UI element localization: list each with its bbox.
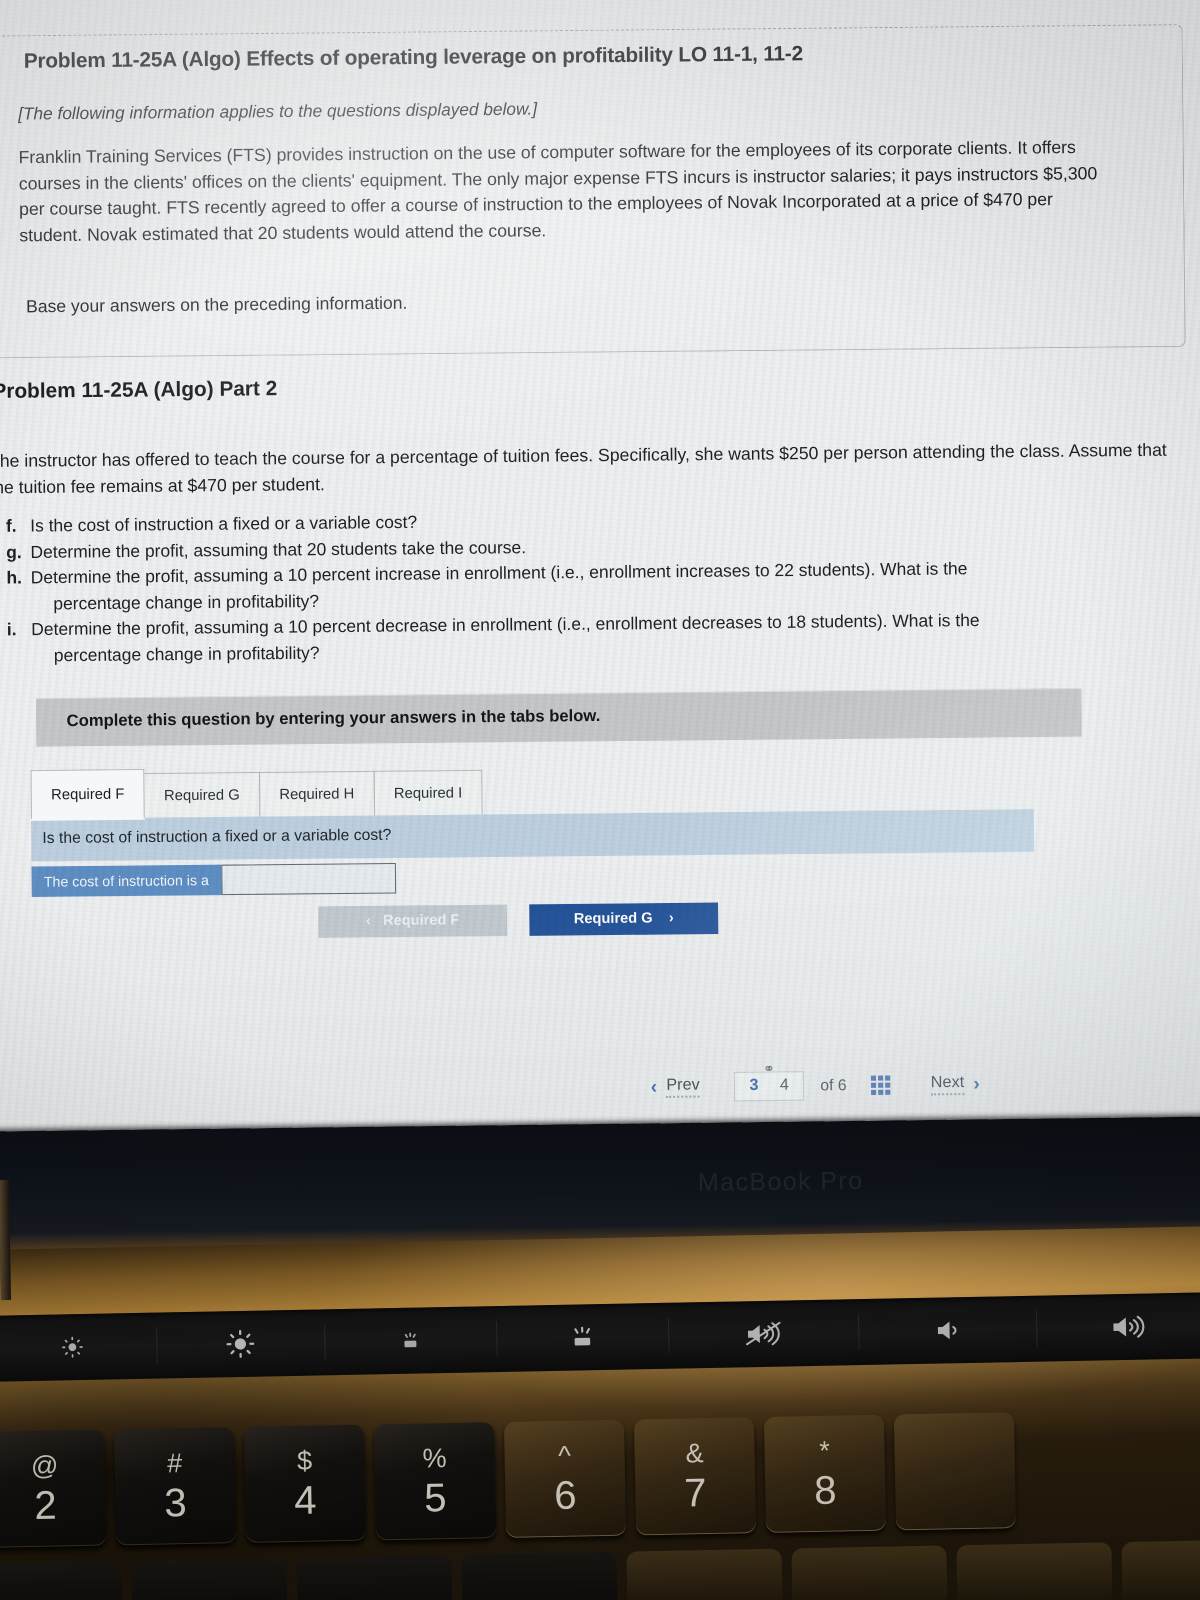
part-body-text: The instructor has offered to teach the … [0,439,1167,498]
prev-required-button[interactable]: ‹ Required F [318,904,508,938]
laptop-photo: Problem 11-25A (Algo) Effects of operati… [0,0,1200,1600]
laptop-screen: Problem 11-25A (Algo) Effects of operati… [0,0,1200,1149]
key-lower-8[interactable] [1121,1539,1200,1600]
key-number: 7 [683,1470,707,1515]
keyboard-backlight-up-icon[interactable] [496,1309,669,1366]
mute-icon[interactable] [668,1305,859,1363]
touch-bar[interactable] [0,1292,1200,1382]
key-symbol: * [818,1435,831,1466]
brightness-down-icon[interactable] [0,1319,157,1376]
key-number: 8 [813,1468,837,1513]
requirement-nav-buttons: ‹ Required F Required G › [318,902,719,938]
browser-page: Problem 11-25A (Algo) Effects of operati… [0,0,1200,1149]
key-9-partial[interactable] [893,1412,1017,1531]
chevron-right-icon: › [973,1073,980,1095]
macbook-pro-logo: MacBook Pro [697,1166,864,1197]
key-symbol: % [422,1442,447,1474]
requirement-tag: h. [6,567,22,588]
requirement-text: Is the cost of instruction a fixed or a … [30,511,418,536]
key-lower-5[interactable] [626,1548,783,1600]
pager-prev-button[interactable]: ‹ Prev [651,1076,700,1099]
question-prompt-text: Is the cost of instruction a fixed or a … [42,826,392,848]
link-chain-icon: ⚭ [762,1060,776,1077]
chevron-right-icon: › [668,910,674,927]
requirement-tag: f. [5,515,17,536]
pager-next-label: Next [930,1073,965,1096]
tab-required-f[interactable]: Required F [30,768,145,819]
complete-question-banner: Complete this question by entering your … [35,687,1082,747]
answer-row: The cost of instruction is a [31,863,396,897]
requirements-list: f. Is the cost of instruction a fixed or… [6,503,1134,670]
key-8[interactable]: * 8 [763,1414,887,1533]
key-number: 4 [293,1478,317,1523]
keyboard-number-row: @ 2 # 3 $ 4 % 5 ^ 6 & 7 * 8 [0,1408,1200,1557]
key-lower-4[interactable] [461,1551,618,1600]
key-symbol: ^ [557,1440,572,1471]
volume-up-icon[interactable] [1036,1298,1200,1355]
volume-down-icon[interactable] [858,1302,1037,1359]
key-7[interactable]: & 7 [633,1417,757,1536]
key-symbol: # [166,1447,183,1478]
page-total-label: of 6 [820,1076,847,1094]
key-5[interactable]: % 5 [373,1422,497,1541]
requirement-text: Determine the profit, assuming that 20 s… [30,536,527,562]
key-number: 2 [33,1483,58,1528]
problem-intro-text: Franklin Training Services (FTS) provide… [18,136,1098,245]
requirement-text: percentage change in profitability? [53,642,320,666]
tab-required-i[interactable]: Required I [373,769,483,816]
chevron-left-icon: ‹ [650,1076,658,1098]
page-number-current[interactable]: 3 [749,1077,758,1095]
next-required-label: Required G [573,910,653,928]
brightness-up-icon[interactable] [156,1315,325,1372]
key-lower-1[interactable] [0,1561,123,1600]
grid-view-icon[interactable] [870,1075,891,1095]
key-number: 3 [163,1480,187,1525]
page-number-box[interactable]: ⚭ 3 4 [734,1060,805,1102]
key-3[interactable]: # 3 [114,1427,237,1546]
key-6[interactable]: ^ 6 [503,1419,627,1538]
requirement-text: percentage change in profitability? [53,590,320,614]
key-number: 6 [553,1473,577,1518]
chevron-left-icon: ‹ [365,912,371,930]
cost-type-select[interactable] [220,863,396,896]
requirement-tag: i. [6,619,17,640]
page-number-linked[interactable]: 4 [780,1076,789,1094]
key-2[interactable]: @ 2 [0,1429,107,1548]
answer-label: The cost of instruction is a [31,864,222,897]
complete-question-text: Complete this question by entering your … [66,706,601,731]
key-lower-3[interactable] [296,1554,453,1600]
question-prompt-bar: Is the cost of instruction a fixed or a … [31,809,1035,862]
part-title: Problem 11-25A (Algo) Part 2 [0,376,278,404]
tab-required-h[interactable]: Required H [258,770,375,817]
requirement-tag: g. [6,541,22,562]
keyboard-backlight-down-icon[interactable] [324,1312,497,1369]
prev-required-label: Required F [382,912,460,930]
key-lower-7[interactable] [956,1542,1113,1600]
key-symbol: $ [296,1445,313,1476]
base-answers-note: Base your answers on the preceding infor… [26,292,408,317]
next-required-button[interactable]: Required G › [529,902,719,936]
key-symbol: @ [30,1450,59,1481]
tab-required-g[interactable]: Required G [143,771,261,818]
key-number: 5 [423,1475,447,1520]
pager-next-button[interactable]: Next › [930,1073,980,1096]
key-lower-2[interactable] [131,1558,288,1600]
pager-prev-label: Prev [666,1076,700,1098]
key-lower-6[interactable] [791,1545,948,1600]
requirement-tabs: Required F Required G Required H Require… [30,768,483,819]
keyboard-deck: @ 2 # 3 $ 4 % 5 ^ 6 & 7 * 8 [0,1225,1200,1600]
question-pager: ‹ Prev ⚭ 3 4 of 6 Next › [651,1060,980,1103]
key-4[interactable]: $ 4 [243,1424,367,1543]
key-symbol: & [685,1437,704,1468]
